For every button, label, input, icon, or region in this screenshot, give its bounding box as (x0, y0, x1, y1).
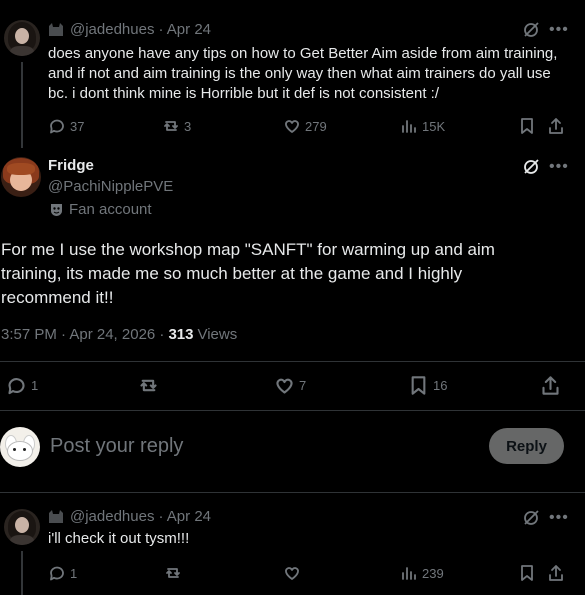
repost-button[interactable] (164, 564, 182, 582)
bookmark-button[interactable] (518, 564, 536, 582)
views-button[interactable]: 15K (400, 117, 445, 135)
parent-actions: 37 3 279 15K (0, 116, 585, 136)
main-top-icons: ••• (522, 158, 569, 176)
views-icon (402, 567, 416, 580)
main-avatar[interactable] (1, 157, 41, 197)
like-button[interactable]: 279 (283, 117, 327, 135)
bookmark-button[interactable]: 16 (408, 375, 447, 396)
bookmark-icon (411, 375, 426, 395)
author-name[interactable]: Fridge (48, 157, 94, 174)
tweet-timestamp[interactable]: 3:57 PM · Apr 24, 2026 · (1, 326, 164, 343)
repost-button[interactable]: 3 (162, 117, 191, 135)
more-dots-icon[interactable]: ••• (549, 21, 569, 39)
mask-icon (51, 203, 62, 216)
reply-count: 1 (31, 377, 39, 393)
main-tweet-text: For me I use the workshop map "SANFT" fo… (1, 240, 495, 307)
reply-button[interactable]: 37 (48, 117, 84, 135)
divider (0, 492, 585, 493)
bookmark-icon (521, 565, 533, 581)
share-icon (542, 375, 559, 395)
parent-text: does anyone have any tips on how to Get … (48, 45, 558, 102)
bookmark-count: 16 (433, 377, 448, 393)
parent-tweet[interactable]: @jadedhues · Apr 24 ••• does anyone have… (0, 0, 585, 148)
author-username[interactable]: @PachiNipplePVE (48, 178, 173, 195)
fan-account-label: Fan account (69, 201, 152, 218)
bookmark-button[interactable] (518, 117, 536, 135)
reply-date[interactable]: · Apr 24 (158, 508, 211, 525)
grok-icon[interactable] (522, 21, 540, 39)
views-count: 15K (422, 118, 446, 134)
like-button[interactable]: 7 (274, 375, 306, 396)
reply-text: i'll check it out tysm!!! (48, 530, 190, 547)
share-button[interactable] (547, 564, 565, 582)
repost-icon (140, 379, 157, 391)
reply-submit-button[interactable]: Reply (489, 428, 564, 464)
views-count: 239 (422, 565, 444, 581)
parent-handle[interactable]: @jadedhues (70, 21, 154, 38)
bookmark-icon (521, 118, 533, 134)
divider (0, 361, 585, 362)
reply-handle[interactable]: @jadedhues (70, 508, 154, 525)
parent-date[interactable]: · Apr 24 (158, 21, 211, 38)
share-button[interactable] (547, 117, 565, 135)
reply-count: 37 (70, 118, 85, 134)
views-icon (402, 120, 416, 133)
repost-icon (164, 121, 178, 131)
current-user-avatar[interactable] (0, 427, 40, 467)
reply-handle-row: @jadedhues · Apr 24 (48, 508, 211, 525)
views-number: 313 (168, 326, 194, 343)
parent-top-icons: ••• (522, 21, 569, 39)
like-count: 7 (299, 377, 307, 393)
repost-count: 3 (184, 118, 192, 134)
heart-icon (285, 120, 299, 133)
share-button[interactable] (540, 375, 561, 396)
reply-icon (8, 377, 25, 394)
reply-button[interactable]: 1 (6, 375, 38, 396)
heart-icon (285, 567, 299, 580)
cat-emoji-icon (49, 509, 63, 523)
reply-count: 1 (70, 565, 78, 581)
more-dots-icon[interactable]: ••• (549, 158, 569, 176)
reply-icon (50, 566, 64, 581)
reply-input[interactable]: Post your reply (50, 435, 183, 458)
fan-account-badge: Fan account (50, 201, 152, 218)
parent-handle-row: @jadedhues · Apr 24 (48, 21, 211, 38)
avatar[interactable] (4, 509, 40, 545)
avatar[interactable] (4, 20, 40, 56)
tweet-meta: 3:57 PM · Apr 24, 2026 · 313 Views (1, 326, 237, 343)
grok-icon[interactable] (522, 509, 540, 527)
like-count: 279 (305, 118, 327, 134)
reply-button[interactable]: 1 (48, 564, 77, 582)
share-icon (549, 118, 563, 134)
reply-top-icons: ••• (522, 509, 569, 527)
reply-icon (50, 119, 64, 134)
views-button[interactable]: 239 (400, 564, 444, 582)
thread-page: @jadedhues · Apr 24 ••• does anyone have… (0, 0, 585, 595)
heart-icon (276, 378, 293, 394)
main-actions: 1 7 16 (0, 373, 585, 397)
repost-icon (166, 568, 180, 578)
views-label: Views (197, 326, 238, 343)
share-icon (549, 565, 563, 581)
repost-button[interactable] (138, 375, 159, 396)
divider (0, 410, 585, 411)
grok-icon[interactable] (522, 158, 540, 176)
like-button[interactable] (283, 564, 301, 582)
cat-emoji-icon (49, 22, 63, 36)
more-dots-icon[interactable]: ••• (549, 509, 569, 527)
reply-actions: 1 239 (0, 563, 585, 583)
